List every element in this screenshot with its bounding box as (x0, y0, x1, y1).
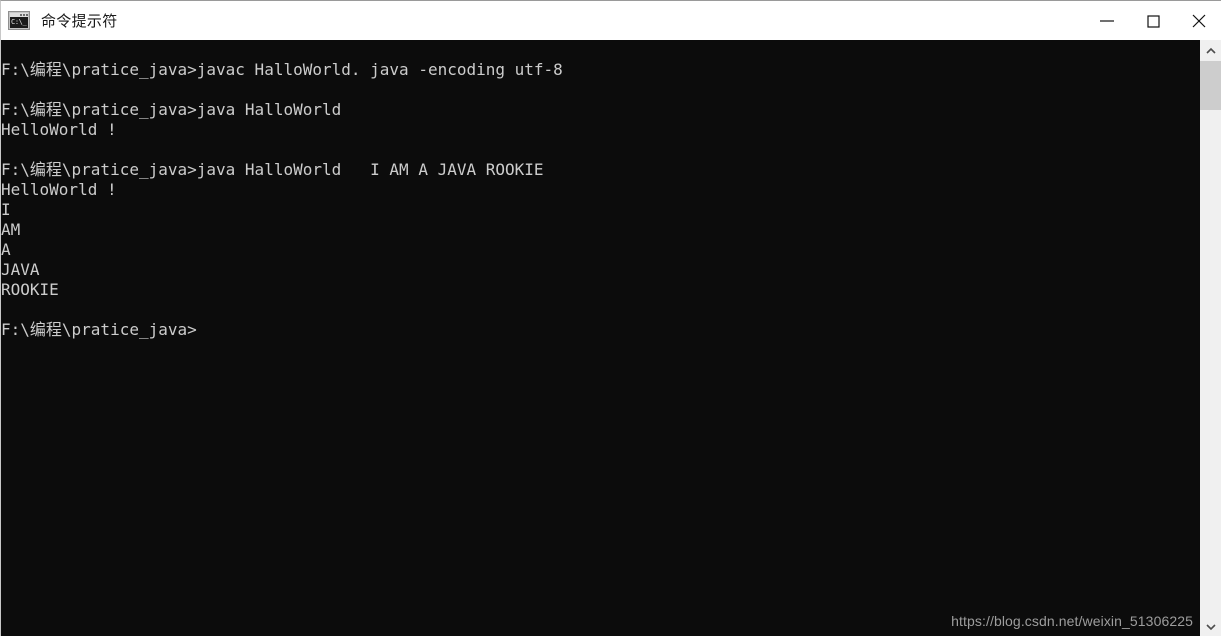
vertical-scrollbar[interactable] (1200, 40, 1221, 636)
title-bar-left: C:\_ 命令提示符 (1, 1, 118, 40)
scrollbar-track[interactable] (1200, 61, 1221, 616)
command-prompt-window: C:\_ 命令提示符 F:\编程\pratice_java>javac Hall… (0, 0, 1221, 636)
window-title: 命令提示符 (41, 13, 118, 30)
maximize-button[interactable] (1130, 1, 1176, 40)
chevron-up-icon (1205, 47, 1216, 54)
watermark-text: https://blog.csdn.net/weixin_51306225 (951, 613, 1193, 629)
close-icon (1192, 14, 1206, 27)
icon-prompt-glyph: C:\_ (10, 17, 28, 28)
console-text: F:\编程\pratice_java>javac HalloWorld. jav… (1, 60, 563, 339)
scroll-up-button[interactable] (1200, 40, 1221, 61)
scrollbar-thumb[interactable] (1200, 61, 1221, 110)
minimize-button[interactable] (1084, 1, 1130, 40)
maximize-icon (1147, 14, 1160, 28)
minimize-icon (1100, 19, 1114, 22)
console-output-area[interactable]: F:\编程\pratice_java>javac HalloWorld. jav… (1, 40, 1201, 636)
scroll-down-button[interactable] (1200, 616, 1221, 636)
command-prompt-icon: C:\_ (8, 11, 30, 30)
window-controls (1084, 1, 1221, 40)
close-button[interactable] (1176, 1, 1221, 40)
chevron-down-icon (1205, 623, 1216, 630)
title-bar[interactable]: C:\_ 命令提示符 (1, 1, 1221, 40)
